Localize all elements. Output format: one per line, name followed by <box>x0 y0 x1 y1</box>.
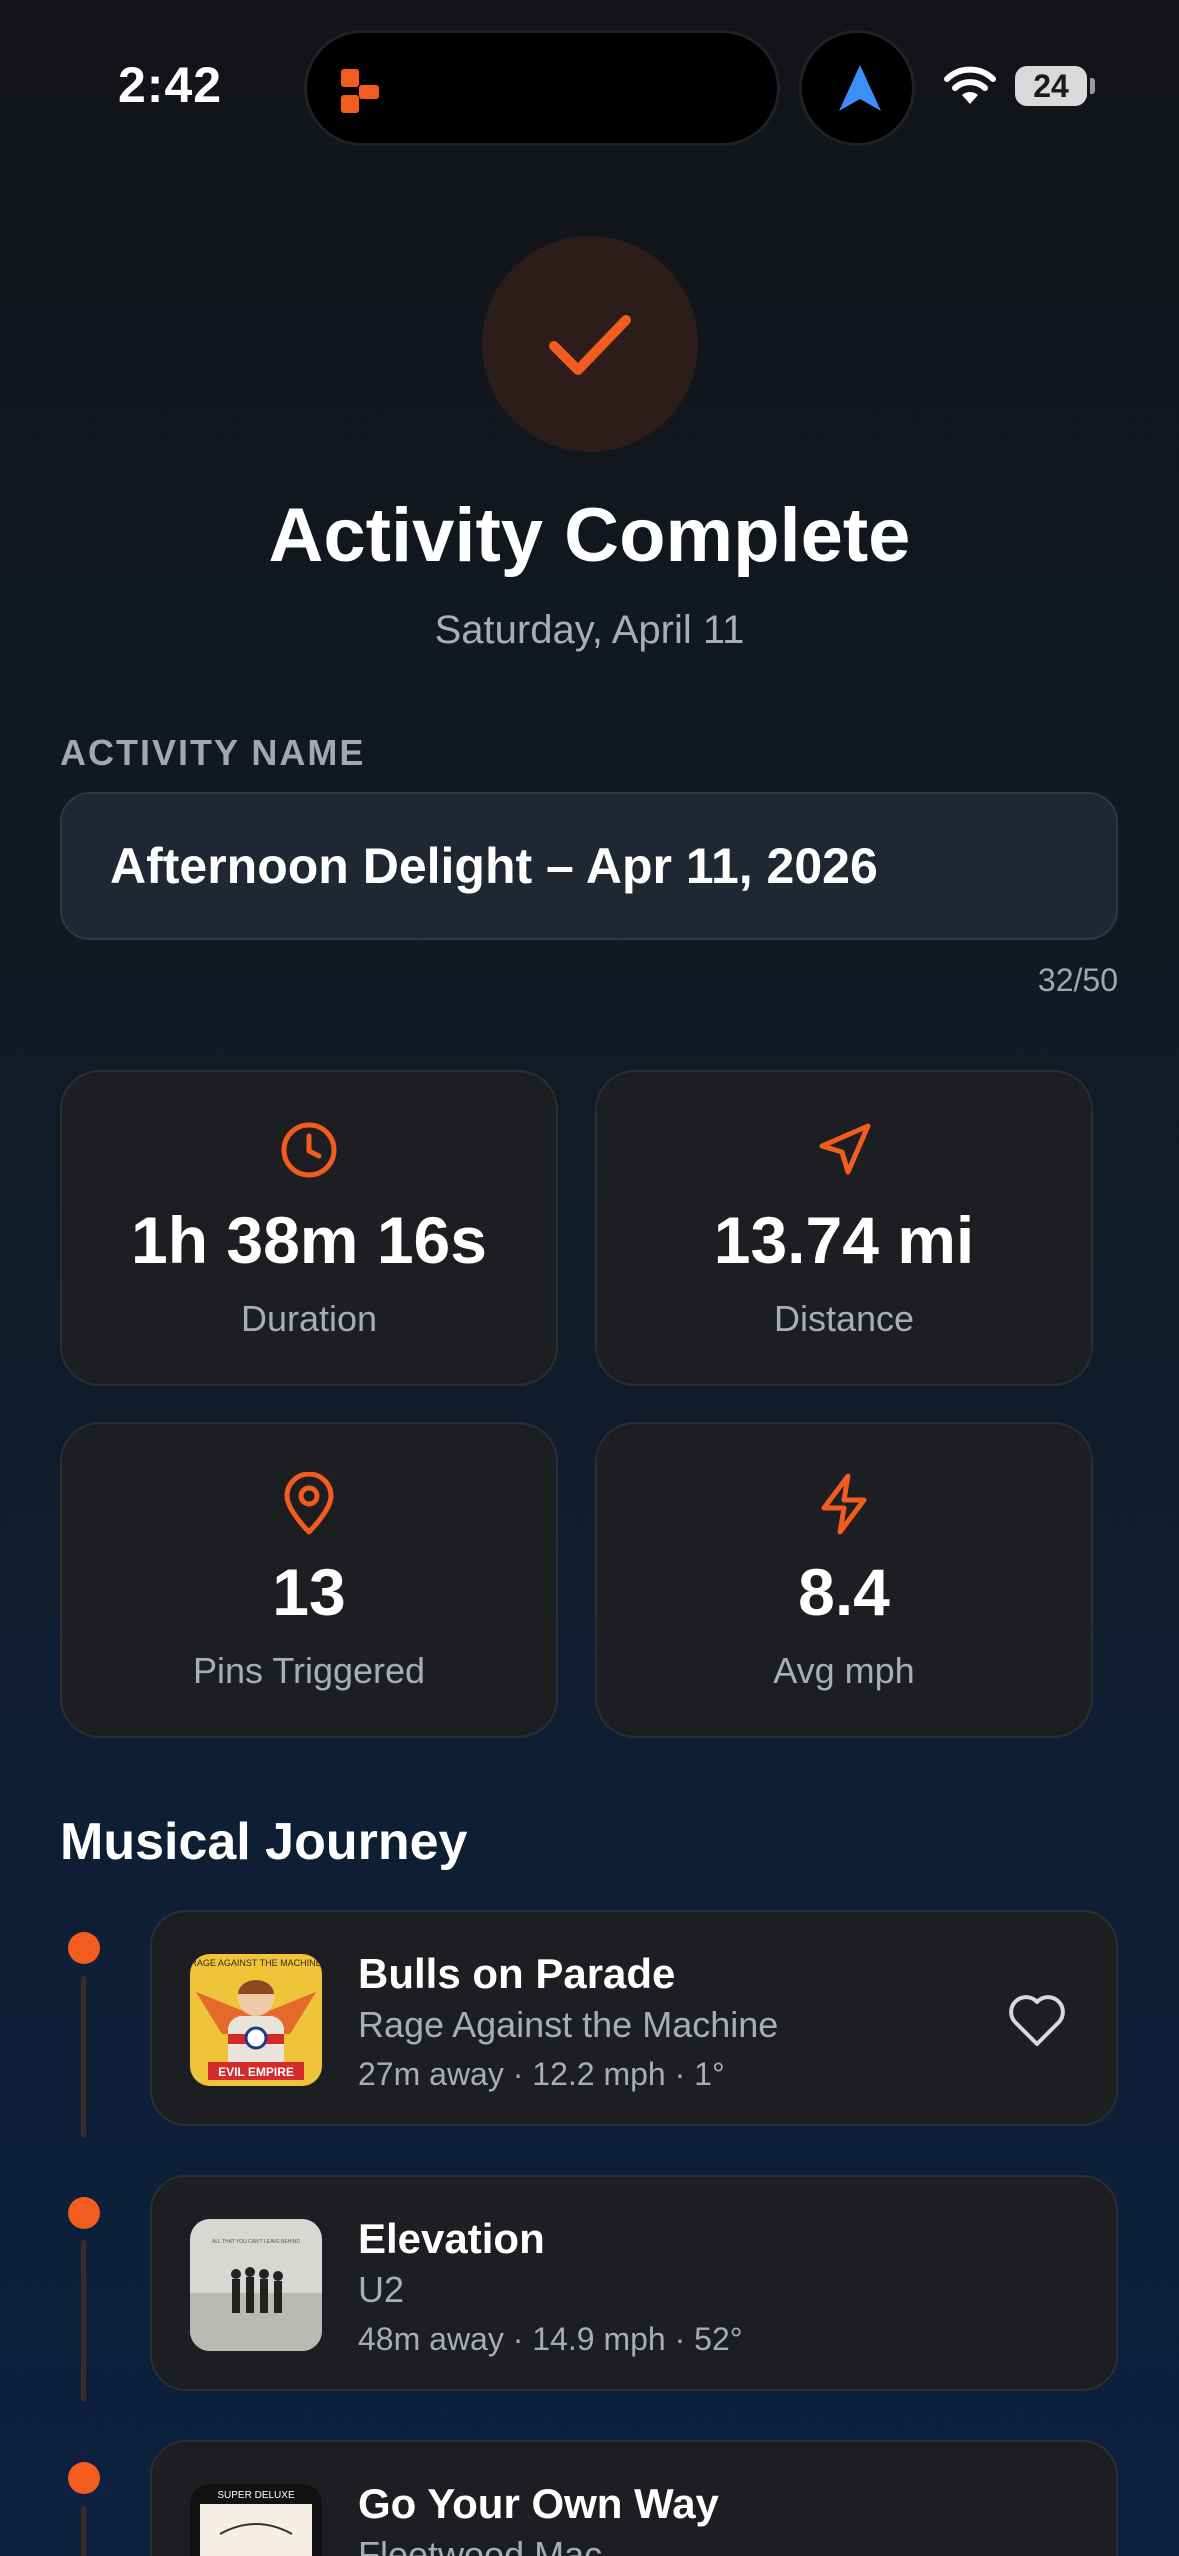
track-artist: Fleetwood Mac <box>358 2534 603 2556</box>
lightning-icon <box>821 1473 867 1535</box>
timeline-dot <box>68 2197 100 2229</box>
album-art-text: SUPER DELUXE <box>217 2490 295 2501</box>
stat-card-distance: 13.74 mi Distance <box>595 1070 1093 1386</box>
track-title: Bulls on Parade <box>358 1950 676 1997</box>
album-art-text: RAGE AGAINST THE MACHINE <box>190 1958 321 1968</box>
stat-value: 13 <box>272 1555 346 1629</box>
stat-card-pins: 13 Pins Triggered <box>60 1422 558 1738</box>
track-card[interactable]: RAGE AGAINST THE MACHINE EVIL EMPIRE Bul… <box>150 1910 1118 2126</box>
musical-journey-heading: Musical Journey <box>60 1813 468 1871</box>
stat-label: Pins Triggered <box>192 1650 426 1691</box>
page-title: Activity Complete <box>268 493 911 578</box>
stat-label: Avg mph <box>773 1650 915 1691</box>
stat-label: Duration <box>240 1298 378 1339</box>
album-art: SUPER DELUXE <box>190 2484 322 2556</box>
track-card[interactable]: ALL THAT YOU CAN'T LEAVE BEHIND Elevatio… <box>150 2175 1118 2391</box>
activity-date: Saturday, April 11 <box>434 608 745 652</box>
track-title: Go Your Own Way <box>358 2480 719 2527</box>
stat-value: 1h 38m 16s <box>131 1203 487 1277</box>
navigation-indicator[interactable] <box>799 30 915 146</box>
album-art: RAGE AGAINST THE MACHINE EVIL EMPIRE <box>190 1954 322 2086</box>
clock-icon <box>281 1122 337 1178</box>
album-art-text: ALL THAT YOU CAN'T LEAVE BEHIND <box>212 2239 300 2245</box>
dynamic-island[interactable] <box>304 30 780 146</box>
track-artist: Rage Against the Machine <box>358 2004 779 2045</box>
stat-card-avg-speed: 8.4 Avg mph <box>595 1422 1093 1738</box>
checkmark-icon <box>549 315 631 375</box>
track-meta: 48m away · 14.9 mph · 52° <box>358 2321 743 2357</box>
timeline-line <box>81 1976 86 2138</box>
character-count: 32/50 <box>1037 962 1118 998</box>
status-time: 2:42 <box>118 57 223 113</box>
album-art: ALL THAT YOU CAN'T LEAVE BEHIND <box>190 2219 322 2351</box>
album-art-badge: EVIL EMPIRE <box>218 2065 294 2079</box>
stat-value: 8.4 <box>798 1555 890 1629</box>
track-meta: 27m away · 12.2 mph · 1° <box>358 2056 725 2092</box>
battery-tip <box>1090 78 1095 94</box>
completion-badge <box>482 236 698 452</box>
track-card[interactable]: SUPER DELUXE Go Your Own Way Fleetwood M… <box>150 2440 1118 2556</box>
timeline-dot <box>68 1932 100 1964</box>
stat-card-duration: 1h 38m 16s Duration <box>60 1070 558 1386</box>
timeline-line <box>81 2240 86 2402</box>
heart-icon[interactable] <box>1007 1992 1067 2048</box>
wifi-icon <box>944 66 996 104</box>
stat-label: Distance <box>773 1298 915 1339</box>
activity-name-label: ACTIVITY NAME <box>60 732 366 773</box>
timeline-dot <box>68 2462 100 2494</box>
navigation-arrow-icon <box>839 65 881 111</box>
stat-value: 13.74 mi <box>713 1203 975 1277</box>
track-title: Elevation <box>358 2215 545 2262</box>
activity-name-input[interactable]: Afternoon Delight – Apr 11, 2026 <box>60 792 1118 940</box>
battery-icon: 24 <box>1015 66 1087 106</box>
app-activity-icon <box>341 69 379 113</box>
map-pin-icon <box>284 1471 334 1535</box>
track-artist: U2 <box>358 2269 405 2310</box>
navigation-icon <box>819 1123 871 1175</box>
timeline-line <box>81 2506 86 2556</box>
